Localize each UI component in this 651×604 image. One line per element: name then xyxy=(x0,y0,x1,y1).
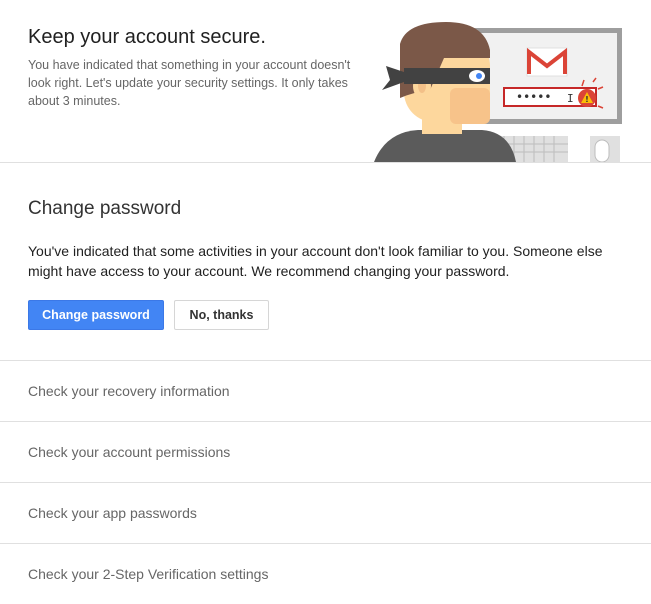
change-password-description: You've indicated that some activities in… xyxy=(28,243,603,279)
recovery-info-label: Check your recovery information xyxy=(28,383,230,399)
account-permissions-item[interactable]: Check your account permissions xyxy=(0,421,651,482)
mouse xyxy=(594,139,610,162)
hacker-illustration: ••••• I ! xyxy=(374,22,622,162)
app-passwords-label: Check your app passwords xyxy=(28,505,197,521)
change-password-button[interactable]: Change password xyxy=(28,300,164,330)
two-step-verification-label: Check your 2-Step Verification settings xyxy=(28,566,269,582)
password-dots: ••••• xyxy=(516,90,551,104)
hacker-body xyxy=(374,130,516,162)
app-passwords-item[interactable]: Check your app passwords xyxy=(0,482,651,543)
svg-text:!: ! xyxy=(585,95,589,104)
account-permissions-label: Check your account permissions xyxy=(28,444,231,460)
security-header: Keep your account secure. You have indic… xyxy=(0,0,651,163)
no-thanks-button[interactable]: No, thanks xyxy=(174,300,269,330)
text-cursor-icon: I xyxy=(567,92,574,105)
change-password-title: Change password xyxy=(28,198,182,219)
recovery-info-item[interactable]: Check your recovery information xyxy=(0,360,651,421)
two-step-verification-item[interactable]: Check your 2-Step Verification settings xyxy=(0,543,651,604)
header-title: Keep your account secure. xyxy=(28,26,266,48)
header-description: You have indicated that something in you… xyxy=(28,58,351,108)
gmail-icon xyxy=(526,47,568,77)
